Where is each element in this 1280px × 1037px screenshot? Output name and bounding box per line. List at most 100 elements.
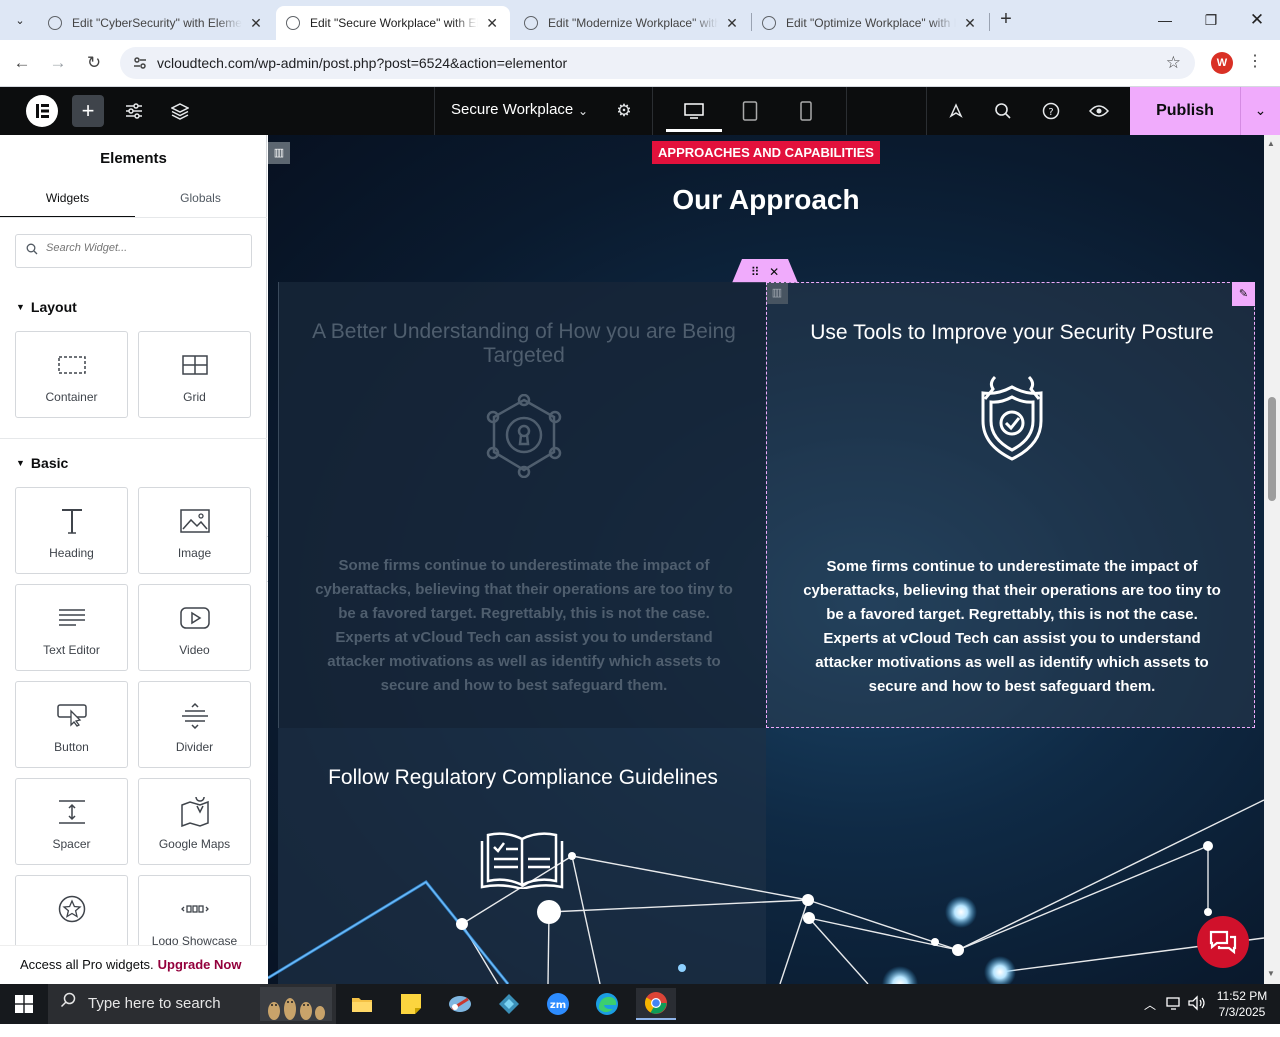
taskbar-search-box[interactable]: Type here to search <box>48 984 336 1024</box>
desktop-device-icon[interactable] <box>683 87 705 135</box>
widget-label: Video <box>179 643 210 657</box>
back-button[interactable]: ← <box>8 50 36 76</box>
our-approach-heading[interactable]: Our Approach <box>268 184 1264 216</box>
approaches-badge[interactable]: APPROACHES AND CAPABILITIES <box>652 141 880 164</box>
tab-separator <box>989 13 990 31</box>
section-basic-title[interactable]: ▼ Basic <box>16 455 68 471</box>
search-icon <box>60 984 76 1024</box>
widget-label: Spacer <box>52 837 91 851</box>
chevron-down-icon[interactable]: ⌄ <box>574 87 592 135</box>
widget-grid[interactable]: Grid <box>138 331 251 418</box>
card-text: Some firms continue to underestimate the… <box>803 558 1221 695</box>
snipping-tool-icon[interactable] <box>440 988 480 1020</box>
address-bar[interactable]: vcloudtech.com/wp-admin/post.php?post=65… <box>120 47 1195 79</box>
file-explorer-icon[interactable] <box>342 988 382 1020</box>
new-tab-button[interactable]: + <box>994 8 1018 32</box>
add-element-button[interactable]: + <box>72 95 104 127</box>
tab-title: Edit "Secure Workplace" with Elementor <box>310 16 479 30</box>
delete-container-icon[interactable]: ✕ <box>769 265 779 279</box>
widget-divider[interactable]: Divider <box>138 681 251 768</box>
windows-start-icon[interactable] <box>0 984 48 1024</box>
taskbar-clock[interactable]: 11:52 PM 7/3/2025 <box>1211 988 1273 1020</box>
forward-button[interactable]: → <box>44 50 72 76</box>
scrollbar-thumb[interactable] <box>1268 397 1276 501</box>
restore-button[interactable]: ❐ <box>1188 0 1234 40</box>
minimize-button[interactable]: — <box>1142 0 1188 40</box>
widget-video[interactable]: Video <box>138 584 251 671</box>
widget-image[interactable]: Image <box>138 487 251 574</box>
clock-date: 7/3/2025 <box>1218 1005 1266 1019</box>
approach-card-selected[interactable]: Use Tools to Improve your Security Postu… <box>766 282 1255 728</box>
widget-button[interactable]: Button <box>15 681 128 768</box>
tablet-device-icon[interactable] <box>740 87 760 135</box>
chrome-browser-icon[interactable] <box>636 988 676 1020</box>
close-tab-icon[interactable]: ✕ <box>724 15 740 32</box>
browser-menu-icon[interactable]: ⋮ <box>1247 51 1263 71</box>
edit-pencil-icon[interactable]: ✎ <box>1232 282 1255 306</box>
elementor-logo-icon[interactable] <box>25 87 59 135</box>
document-title[interactable]: Secure Workplace <box>451 87 573 135</box>
section-column-icon[interactable]: ▥ <box>268 142 290 164</box>
drag-handle-icon[interactable]: ⠿ <box>751 265 760 279</box>
browser-tab-active[interactable]: Edit "Secure Workplace" with Elementor ✕ <box>276 6 510 40</box>
reload-button[interactable]: ↻ <box>80 50 108 76</box>
app-diamond-icon[interactable] <box>489 988 529 1020</box>
mobile-device-icon[interactable] <box>797 87 815 135</box>
widget-container[interactable]: Container <box>15 331 128 418</box>
image-icon <box>139 506 250 536</box>
widget-spacer[interactable]: Spacer <box>15 778 128 865</box>
site-settings-icon[interactable] <box>122 87 146 135</box>
svg-text:zm: zm <box>550 1000 566 1011</box>
grid-icon <box>139 350 250 380</box>
tab-globals[interactable]: Globals <box>133 185 268 218</box>
help-icon[interactable]: ? <box>1040 87 1062 135</box>
publish-options-chevron-icon[interactable]: ⌄ <box>1240 87 1280 135</box>
scroll-down-arrow-icon[interactable]: ▼ <box>1267 969 1275 978</box>
container-handle[interactable]: ⠿ ✕ <box>732 259 798 283</box>
section-label: Layout <box>30 299 77 315</box>
close-tab-icon[interactable]: ✕ <box>248 15 264 32</box>
network-icon[interactable] <box>1166 995 1182 1014</box>
canvas-scrollbar[interactable]: ▲ ▼ <box>1264 135 1280 984</box>
caret-down-icon: ▼ <box>16 302 25 312</box>
network-lock-icon <box>484 393 564 483</box>
chat-bubble-icon[interactable] <box>1197 916 1249 968</box>
divider <box>652 87 653 135</box>
structure-layers-icon[interactable] <box>168 87 192 135</box>
widget-heading[interactable]: Heading <box>15 487 128 574</box>
browser-tab[interactable]: Edit "CyberSecurity" with Elementor ✕ <box>38 6 274 40</box>
edge-browser-icon[interactable] <box>587 988 627 1020</box>
search-widget-input[interactable] <box>46 242 241 254</box>
page-settings-gear-icon[interactable]: ⚙ <box>612 87 636 135</box>
tab-search-button[interactable]: ⌄ <box>8 8 32 32</box>
search-icon[interactable] <box>992 87 1014 135</box>
sticky-notes-icon[interactable] <box>391 988 431 1020</box>
video-icon <box>139 603 250 633</box>
close-tab-icon[interactable]: ✕ <box>484 15 500 32</box>
browser-tab[interactable]: Edit "Modernize Workplace" with Elemento… <box>514 6 750 40</box>
section-layout-title[interactable]: ▼ Layout <box>16 299 77 315</box>
tab-widgets[interactable]: Widgets <box>0 185 135 218</box>
close-window-button[interactable]: ✕ <box>1234 0 1280 40</box>
scroll-up-arrow-icon[interactable]: ▲ <box>1267 139 1275 148</box>
zoom-icon[interactable]: zm <box>538 988 578 1020</box>
close-tab-icon[interactable]: ✕ <box>962 15 978 32</box>
upgrade-now-link[interactable]: Upgrade Now <box>158 957 242 972</box>
bookmark-star-icon[interactable]: ☆ <box>1166 53 1181 73</box>
divider <box>434 87 435 135</box>
search-widget-field[interactable] <box>15 234 252 268</box>
notes-rocket-icon[interactable] <box>945 87 967 135</box>
widget-text-editor[interactable]: Text Editor <box>15 584 128 671</box>
publish-button[interactable]: Publish <box>1130 87 1240 135</box>
widget-google-maps[interactable]: Google Maps <box>138 778 251 865</box>
show-hidden-icons-chevron-icon[interactable]: ︿ <box>1144 996 1156 1013</box>
volume-icon[interactable] <box>1188 995 1206 1014</box>
browser-tab[interactable]: Edit "Optimize Workplace" with Elementor… <box>752 6 988 40</box>
approach-card[interactable]: A Better Understanding of How you are Be… <box>278 282 766 728</box>
card-text: Some firms continue to underestimate the… <box>315 557 733 694</box>
browser-tab-strip: ⌄ Edit "CyberSecurity" with Elementor ✕ … <box>0 0 1280 40</box>
preview-eye-icon[interactable] <box>1088 87 1110 135</box>
site-info-icon[interactable] <box>132 55 148 71</box>
profile-avatar[interactable]: W <box>1211 52 1233 74</box>
widget-label: Image <box>177 546 212 560</box>
